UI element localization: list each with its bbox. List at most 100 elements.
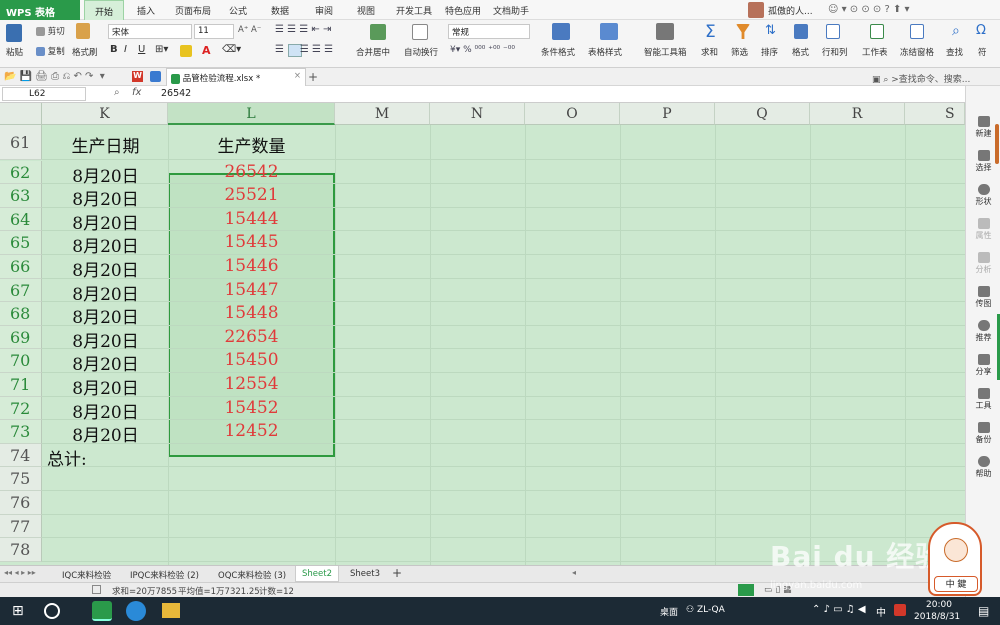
- symbol-label[interactable]: 符: [978, 46, 987, 58]
- format-button[interactable]: [794, 24, 808, 39]
- format-label[interactable]: 格式: [792, 46, 809, 58]
- row-header[interactable]: 72: [0, 396, 42, 421]
- horizontal-scroll-left[interactable]: ◂: [572, 568, 576, 577]
- user-tray[interactable]: ⚇ ZL-QA: [686, 605, 725, 615]
- tab-view[interactable]: 视图: [357, 4, 375, 17]
- freeze-panes-button[interactable]: [910, 24, 924, 39]
- conditional-format-button[interactable]: [552, 23, 570, 40]
- find-label[interactable]: 查找: [946, 46, 963, 58]
- cut-button[interactable]: 剪切: [36, 25, 65, 37]
- quick-access-icons[interactable]: 📂 💾 🖨 ⎙ ⎌ ↶ ↷ ▾: [4, 71, 105, 82]
- user-name[interactable]: 孤傲的人...: [768, 4, 813, 17]
- settings-icon[interactable]: ☺ ▾ ⊙ ⊙ ⊙ ? ⬆ ▾: [828, 4, 910, 15]
- column-header-l[interactable]: L: [168, 103, 335, 125]
- rows-cols-button[interactable]: [826, 24, 840, 39]
- font-color-button[interactable]: A: [202, 44, 211, 57]
- row-header[interactable]: 62: [0, 160, 42, 185]
- align-buttons[interactable]: ☰ ☰ ☰ ☰: [275, 44, 333, 55]
- filter-label[interactable]: 筛选: [731, 46, 748, 58]
- spreadsheet-grid[interactable]: K L M N O P Q R S 61 生产日期 生产数量 62 8月20日 26542…: [0, 103, 965, 565]
- row-header[interactable]: 66: [0, 255, 42, 279]
- panel-recommend[interactable]: 推荐: [966, 320, 1000, 343]
- format-painter-button[interactable]: [76, 23, 90, 39]
- table-style-button[interactable]: [600, 23, 618, 40]
- cell-quantity[interactable]: 12452: [169, 421, 334, 441]
- cell-date[interactable]: 8月20日: [43, 280, 168, 305]
- smart-toolbox-button[interactable]: [656, 23, 674, 40]
- smart-toolbox-label[interactable]: 智能工具箱: [644, 46, 687, 58]
- paste-button[interactable]: [6, 24, 22, 42]
- cell-quantity[interactable]: 26542: [169, 162, 334, 182]
- tab-doc-assistant[interactable]: 文档助手: [493, 4, 529, 17]
- cell-quantity[interactable]: 15446: [169, 256, 334, 276]
- row-header[interactable]: 63: [0, 184, 42, 208]
- cell-date[interactable]: 8月20日: [43, 209, 168, 234]
- search-command[interactable]: ▣ ⌕ >查找命令、搜索...: [872, 72, 970, 85]
- fill-color-button[interactable]: [180, 45, 192, 57]
- number-format-select[interactable]: 常规: [448, 24, 530, 39]
- cell-date[interactable]: 8月20日: [43, 303, 168, 328]
- format-painter-label[interactable]: 格式刷: [72, 46, 98, 58]
- tab-developer[interactable]: 开发工具: [396, 4, 432, 17]
- cell-date[interactable]: 8月20日: [43, 350, 168, 375]
- cell-quantity[interactable]: 15445: [169, 232, 334, 252]
- sum-icon[interactable]: Σ: [705, 22, 716, 42]
- formula-input[interactable]: 26542: [161, 88, 191, 99]
- column-header-m[interactable]: M: [335, 103, 430, 125]
- task-view-icon[interactable]: [44, 603, 60, 619]
- row-header[interactable]: 68: [0, 302, 42, 326]
- panel-new[interactable]: 新建: [966, 116, 1000, 139]
- find-icon[interactable]: ⌕: [952, 23, 960, 39]
- add-sheet-button[interactable]: +: [392, 566, 402, 580]
- paste-label[interactable]: 粘贴: [6, 46, 23, 58]
- border-button[interactable]: ⊞▾: [155, 44, 168, 55]
- tray-icons[interactable]: ⌃ ♪ ▭ ♫ ◀: [812, 604, 866, 615]
- rows-cols-label[interactable]: 行和列: [822, 46, 848, 58]
- sum-label[interactable]: 求和: [701, 46, 718, 58]
- header-cell-production-quantity[interactable]: 生产数量: [169, 132, 334, 157]
- sheet-nav-arrows[interactable]: ◂◂ ◂ ▸ ▸▸: [4, 568, 36, 577]
- cell-quantity[interactable]: 12554: [169, 374, 334, 394]
- row-header[interactable]: 67: [0, 278, 42, 303]
- wrap-text-button[interactable]: [412, 24, 428, 40]
- row-header[interactable]: 78: [0, 538, 42, 562]
- panel-shape[interactable]: 形状: [966, 184, 1000, 207]
- desktop-label[interactable]: 桌面: [660, 605, 678, 618]
- header-cell-production-date[interactable]: 生产日期: [43, 132, 168, 157]
- close-tab-icon[interactable]: ×: [294, 71, 301, 81]
- number-format-buttons[interactable]: ¥▾ % ⁰⁰⁰ ⁺⁰⁰ ⁻⁰⁰: [450, 45, 515, 55]
- underline-button[interactable]: U: [138, 44, 145, 55]
- cell-date[interactable]: 8月20日: [43, 374, 168, 399]
- cell-quantity[interactable]: 15448: [169, 303, 334, 323]
- cell-quantity[interactable]: 15444: [169, 209, 334, 229]
- tab-formulas[interactable]: 公式: [229, 4, 247, 17]
- file-tab[interactable]: 品管检验流程.xlsx * ×: [166, 68, 306, 86]
- cell-date[interactable]: 8月20日: [43, 398, 168, 423]
- panel-analysis[interactable]: 分析: [966, 252, 1000, 275]
- worksheet-button[interactable]: [870, 24, 884, 39]
- column-header-q[interactable]: Q: [715, 103, 810, 125]
- row-header[interactable]: 74: [0, 443, 42, 468]
- row-header[interactable]: 73: [0, 420, 42, 444]
- row-header[interactable]: 76: [0, 491, 42, 515]
- macro-icon[interactable]: [92, 585, 101, 594]
- panel-select[interactable]: 选择: [966, 150, 1000, 173]
- row-header[interactable]: 77: [0, 514, 42, 539]
- new-tab-button[interactable]: +: [308, 70, 318, 84]
- cell-date[interactable]: 8月20日: [43, 327, 168, 352]
- sort-icon[interactable]: ⇅: [765, 23, 776, 38]
- table-style-label[interactable]: 表格样式: [588, 46, 622, 58]
- tab-data[interactable]: 数据: [271, 4, 289, 17]
- merge-center-label[interactable]: 合并居中: [356, 46, 390, 58]
- clear-format-icon[interactable]: ⌫▾: [222, 44, 241, 55]
- symbol-icon[interactable]: Ω: [976, 23, 986, 38]
- panel-properties[interactable]: 属性: [966, 218, 1000, 241]
- function-button[interactable]: fx: [132, 87, 141, 98]
- row-header[interactable]: 69: [0, 325, 42, 350]
- column-header-n[interactable]: N: [430, 103, 525, 125]
- column-header-s[interactable]: S: [905, 103, 965, 125]
- wps-logo-icon[interactable]: W: [132, 71, 143, 82]
- normal-view-button[interactable]: [738, 584, 754, 596]
- sheet-tab-iqc[interactable]: IQC来料检验: [56, 566, 117, 582]
- panel-share[interactable]: 分享: [966, 354, 1000, 377]
